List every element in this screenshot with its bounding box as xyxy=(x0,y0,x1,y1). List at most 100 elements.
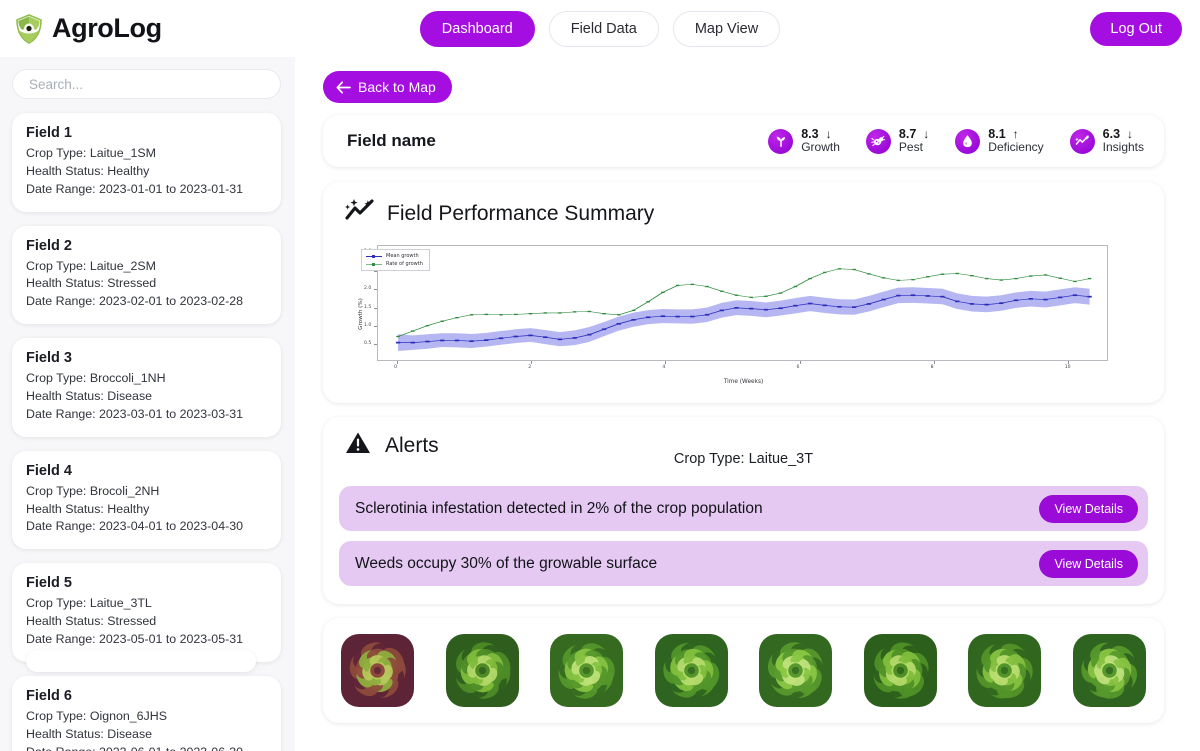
chart-figure: Growth (%) Mean growth Rate of growth Ti… xyxy=(347,241,1140,387)
metric-insights[interactable]: 6.3 ↓ Insights xyxy=(1069,126,1144,155)
metric-deficiency[interactable]: 8.1 ↑ Deficiency xyxy=(955,126,1044,154)
field-card-dates: Date Range: 2023-01-01 to 2023-01-31 xyxy=(26,181,243,196)
top-bar: AgroLog Dashboard Field Data Map View Lo… xyxy=(0,0,1200,57)
crop-image xyxy=(759,634,833,707)
alert-row-2: Weeds occupy 30% of the growable surface… xyxy=(339,541,1148,586)
field-card-crop: Crop Type: Laitue_2SM xyxy=(26,258,156,273)
field-card-crop: Crop Type: Laitue_3TL xyxy=(26,596,152,611)
alerts-header: Alerts Crop Type: Laitue_3T xyxy=(339,431,1148,467)
crop-thumb-4[interactable] xyxy=(654,634,728,707)
metric-value: 8.3 xyxy=(801,127,819,142)
field-card-name: Field 3 xyxy=(26,350,72,367)
body: Field 1 Crop Type: Laitue_1SM Health Statu… xyxy=(0,57,1200,751)
alerts-crop-type: Crop Type: Laitue_3T xyxy=(673,451,814,467)
field-card-4[interactable]: Field 4 Crop Type: Brocoli_2NH Health Stat… xyxy=(12,450,281,550)
growth-chart: Growth (%) Mean growth Rate of growth Ti… xyxy=(339,241,1148,387)
y-tick-mark xyxy=(374,326,377,328)
field-card-health: Health Status: Stressed xyxy=(26,614,157,629)
metric-trend-icon: ↓ xyxy=(1127,126,1134,141)
y-tick-label: 1.0 xyxy=(364,323,372,329)
crop-image xyxy=(445,634,519,707)
tab-field-data[interactable]: Field Data xyxy=(548,10,659,47)
crop-thumbnails-panel xyxy=(323,618,1164,723)
crop-thumb-2[interactable] xyxy=(445,634,519,707)
chart-svg xyxy=(395,268,1092,351)
field-card-list: Field 1 Crop Type: Laitue_1SM Health Statu… xyxy=(12,113,281,751)
field-card-dates: Date Range: 2023-05-01 to 2023-05-31 xyxy=(26,632,243,647)
view-details-button[interactable]: View Details xyxy=(1039,549,1138,578)
y-tick-mark xyxy=(374,307,377,309)
legend-item-rate-of-growth: Rate of growth xyxy=(366,261,423,267)
crop-thumb-6[interactable] xyxy=(863,634,937,707)
view-details-button[interactable]: View Details xyxy=(1039,494,1138,523)
insights-chart-icon xyxy=(1069,128,1095,154)
field-card-dates: Date Range: 2023-06-01 to 2023-06-30 xyxy=(26,744,267,751)
field-card-health: Health Status: Healthy xyxy=(26,501,150,516)
x-tick-label: 6 xyxy=(796,365,800,370)
field-card-name: Field 1 xyxy=(26,125,72,141)
field-card-1[interactable]: Field 1 Crop Type: Laitue_1SM Health Statu… xyxy=(12,113,281,212)
field-card-name: Field 4 xyxy=(26,462,72,479)
metric-value: 8.1 xyxy=(988,127,1006,142)
x-tick-label: 10 xyxy=(1064,365,1071,370)
legend-swatch-rate-of-growth xyxy=(366,262,382,267)
back-to-map-button[interactable]: Back to Map xyxy=(323,71,452,103)
chart-plot-area xyxy=(377,245,1108,361)
performance-title: Field Performance Summary xyxy=(387,201,655,225)
y-tick-label: 2.0 xyxy=(364,286,372,292)
field-card-2[interactable]: Field 2 Crop Type: Laitue_2SM Health Statu… xyxy=(12,225,281,325)
legend-label-rate-of-growth: Rate of growth xyxy=(386,261,423,267)
field-card-dates: Date Range: 2023-03-01 to 2023-03-31 xyxy=(26,406,243,421)
x-tick-mark xyxy=(1067,361,1069,364)
metric-value: 8.7 xyxy=(898,127,917,142)
metric-growth[interactable]: 8.3 ↓ Growth xyxy=(768,127,840,154)
crop-thumb-3[interactable] xyxy=(550,634,624,707)
tab-dashboard[interactable]: Dashboard xyxy=(419,10,535,47)
field-card-health: Health Status: Disease xyxy=(26,726,153,741)
main-content: Back to Map Field name 8.3 ↓ Growth 8.7 ↓ Pes… xyxy=(295,57,1200,751)
metric-pest[interactable]: 8.7 ↓ Pest xyxy=(865,127,929,155)
x-tick-mark xyxy=(397,361,399,364)
performance-panel: Field Performance Summary Growth (%) Mea… xyxy=(323,182,1164,403)
field-card-crop: Crop Type: Oignon_6JHS xyxy=(26,708,167,723)
metric-trend-icon: ↓ xyxy=(825,126,832,141)
sidebar: Field 1 Crop Type: Laitue_1SM Health Statu… xyxy=(0,57,295,751)
field-card-name: Field 2 xyxy=(26,237,72,254)
brand[interactable]: AgroLog xyxy=(14,13,162,45)
field-card-6[interactable]: Field 6 Crop Type: Oignon_6JHS Health Stat… xyxy=(12,675,281,751)
field-card-health: Health Status: Stressed xyxy=(26,276,157,291)
logout-button[interactable]: Log Out xyxy=(1090,11,1182,46)
metric-label: Pest xyxy=(898,140,923,155)
field-card-peek[interactable] xyxy=(26,650,256,672)
brand-name: AgroLog xyxy=(52,13,162,43)
field-card-dates: Date Range: 2023-02-01 to 2023-02-28 xyxy=(26,294,243,309)
alerts-panel: Alerts Crop Type: Laitue_3T Sclerotinia … xyxy=(323,417,1164,604)
search-input[interactable] xyxy=(12,69,281,99)
x-tick-label: 8 xyxy=(930,365,934,370)
x-tick-mark xyxy=(933,361,935,364)
tab-map-view[interactable]: Map View xyxy=(672,10,781,47)
crop-thumb-8[interactable] xyxy=(1072,634,1146,707)
metric-label: Insights xyxy=(1102,140,1144,155)
field-header-bar: Field name 8.3 ↓ Growth 8.7 ↓ Pest 8.1 ↑ Deficie… xyxy=(323,115,1164,167)
crop-thumb-1[interactable] xyxy=(341,634,414,707)
legend-swatch-mean-growth xyxy=(366,254,382,259)
arrow-left-icon xyxy=(336,80,351,94)
crop-thumb-5[interactable] xyxy=(759,634,833,707)
crop-image xyxy=(968,634,1042,707)
legend-item-mean-growth: Mean growth xyxy=(366,253,423,259)
field-card-5[interactable]: Field 5 Crop Type: Laitue_3TL Health Statu… xyxy=(12,563,281,662)
crop-image xyxy=(1072,634,1146,707)
alert-list: Sclerotinia infestation detected in 2% o… xyxy=(339,486,1148,586)
page-title: Field name xyxy=(347,131,436,150)
trend-sparkle-icon xyxy=(345,198,375,229)
alert-row-1: Sclerotinia infestation detected in 2% o… xyxy=(339,486,1148,531)
crop-thumb-7[interactable] xyxy=(968,634,1042,707)
bug-icon xyxy=(865,128,891,154)
crop-image xyxy=(341,634,414,707)
alert-text: Sclerotinia infestation detected in 2% o… xyxy=(355,499,763,517)
field-card-3[interactable]: Field 3 Crop Type: Broccoli_1NH Health Sta… xyxy=(12,338,281,437)
field-card-crop: Crop Type: Broccoli_1NH xyxy=(26,371,166,386)
metric-trend-icon: ↑ xyxy=(1012,126,1019,141)
x-tick-label: 2 xyxy=(528,365,532,370)
